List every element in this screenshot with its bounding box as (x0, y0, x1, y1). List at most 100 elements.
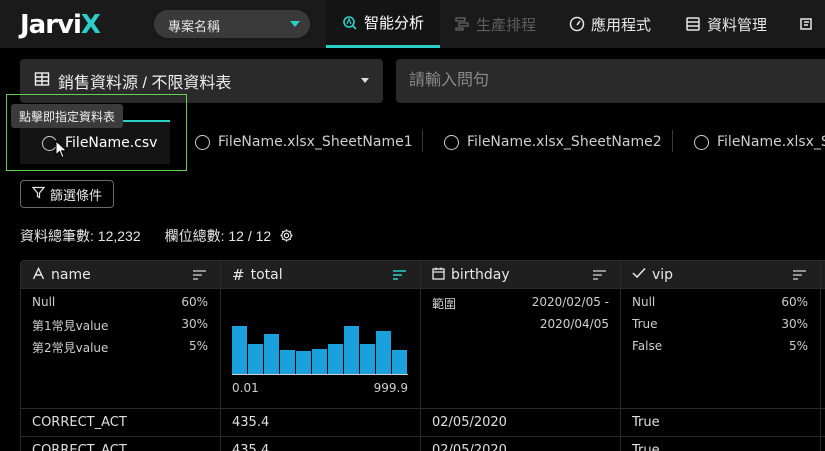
cell-name: CORRECT_ACT (32, 415, 127, 430)
column-name: total (250, 267, 283, 283)
radio-icon (195, 134, 210, 150)
column-name: name (51, 267, 91, 283)
text-type-icon (32, 266, 45, 284)
file-tab-label: FileName.xlsx_S (717, 134, 825, 150)
file-tab-sheet1[interactable]: FileName.xlsx_SheetName1 (195, 120, 413, 164)
project-select-label: 專案名稱 (168, 19, 221, 34)
tab-data-management[interactable]: 資料管理 (685, 0, 767, 48)
gear-icon[interactable] (279, 228, 294, 246)
summary-label: 第2常見value (32, 341, 109, 355)
summary-value: 30% (781, 317, 808, 331)
name-column-summary: Null 60% 第1常見value 30% 第2常見value 5% (21, 289, 220, 409)
summary-label: True (632, 317, 658, 331)
tooltip: 點擊即指定資料表 (11, 104, 124, 128)
tab-ai-analysis[interactable]: 智能分析 (326, 0, 440, 48)
summary-row: 第2常見value 5% (32, 339, 208, 361)
cell-total: 435.4 (232, 415, 270, 430)
number-type-icon: # (232, 266, 245, 284)
histogram-bar (232, 326, 247, 374)
tab-more[interactable] (799, 0, 815, 48)
histogram-bar (296, 351, 311, 374)
data-stats: 資料總筆數: 12,232 欄位總數: 12 / 12 (20, 226, 294, 246)
sort-icon[interactable] (193, 269, 206, 284)
table-header-row: name # total birthday vip (21, 261, 825, 289)
radio-icon (444, 134, 459, 150)
histogram-bar (360, 344, 375, 374)
sort-icon-active[interactable] (393, 269, 406, 284)
schedule-icon (454, 16, 470, 32)
file-tab-label: FileName.xlsx_SheetName2 (467, 134, 662, 150)
filter-button[interactable]: 篩選條件 (20, 180, 114, 208)
histogram-bar (312, 349, 327, 374)
summary-row: Null 60% (632, 295, 808, 317)
summary-value: 60% (781, 295, 808, 309)
table-row[interactable]: CORRECT_ACT 435.4 02/05/2020 True (21, 408, 825, 436)
tab-divider (672, 130, 673, 152)
histogram-bar (328, 344, 343, 374)
histogram-max-label: 999.9 (373, 381, 408, 395)
table-icon (34, 71, 50, 92)
data-table: name # total birthday vip Null 60% 第1常見v… (20, 260, 825, 451)
range-end: 2020/04/05 (539, 317, 609, 331)
total-records: 資料總筆數: 12,232 (20, 228, 141, 245)
histogram-axis (232, 374, 408, 375)
histogram-min-label: 0.01 (232, 381, 259, 395)
tab-ai-analysis-label: 智能分析 (363, 15, 424, 32)
column-header-birthday[interactable]: birthday (421, 261, 620, 289)
summary-value: 60% (181, 295, 208, 309)
project-select[interactable]: 專案名稱 (154, 10, 310, 38)
funnel-icon (31, 186, 46, 202)
mouse-cursor-icon (55, 139, 69, 163)
cell-birthday: 02/05/2020 (432, 415, 507, 430)
app-logo[interactable]: JarviX (20, 10, 101, 40)
summary-value: 5% (788, 339, 808, 353)
summary-row: False 5% (632, 339, 808, 361)
total-columns-group: 欄位總數: 12 / 12 (165, 226, 294, 246)
file-tab-sheet3[interactable]: FileName.xlsx_S (694, 120, 825, 164)
range-start: 2020/02/05 - (531, 295, 609, 309)
total-columns: 欄位總數: 12 / 12 (164, 228, 272, 244)
summary-label: Null (632, 295, 656, 309)
histogram-bar (264, 334, 279, 374)
checkmark-icon (632, 267, 646, 283)
radio-icon (694, 134, 709, 150)
column-name: vip (652, 267, 674, 283)
tab-data-management-label: 資料管理 (707, 16, 768, 34)
summary-label: Null (32, 295, 56, 309)
summary-value: 5% (188, 339, 208, 353)
calendar-icon (432, 267, 445, 284)
summary-label: 第1常見value (32, 319, 109, 333)
gauge-icon (569, 16, 585, 32)
tab-production-schedule-label: 生產排程 (476, 16, 537, 34)
tab-production-schedule[interactable]: 生產排程 (454, 0, 536, 48)
database-icon (685, 16, 701, 32)
sort-icon[interactable] (793, 269, 806, 284)
cell-vip: True (632, 415, 660, 430)
histogram-bar (248, 344, 263, 374)
column-header-vip[interactable]: vip (621, 261, 820, 289)
top-navigation-bar: JarviX 專案名稱 智能分析 生產排程 應用程式 資料管理 (0, 0, 825, 48)
vip-column-summary: Null 60% True 30% False 5% (621, 289, 820, 409)
cell-name: CORRECT_ACT (32, 443, 127, 451)
tab-divider (422, 130, 423, 152)
file-tab-label: FileName.xlsx_SheetName1 (218, 134, 413, 150)
caret-down-icon (290, 21, 300, 27)
histogram-bar (392, 350, 407, 374)
file-tab-sheet2[interactable]: FileName.xlsx_SheetName2 (444, 120, 662, 164)
question-input[interactable] (396, 59, 825, 103)
cell-total: 435.4 (232, 443, 270, 451)
filter-button-label: 篩選條件 (49, 187, 102, 203)
sort-icon[interactable] (593, 269, 606, 284)
caret-down-icon (361, 78, 369, 83)
column-header-total[interactable]: # total (221, 261, 420, 289)
summary-value: 30% (181, 317, 208, 331)
tab-applications-label: 應用程式 (591, 16, 652, 34)
summary-row: 第1常見value 30% (32, 317, 208, 339)
histogram-bar (344, 326, 359, 374)
column-header-name[interactable]: name (21, 261, 220, 289)
table-row[interactable]: CORRECT_ACT 435.4 02/05/2020 True (21, 436, 825, 451)
tab-applications[interactable]: 應用程式 (569, 0, 651, 48)
birthday-column-summary: 範圍 2020/02/05 - 2020/04/05 (421, 289, 620, 409)
data-source-label: 銷售資料源 / 不限資料表 (58, 75, 232, 92)
summary-label: False (632, 339, 663, 353)
